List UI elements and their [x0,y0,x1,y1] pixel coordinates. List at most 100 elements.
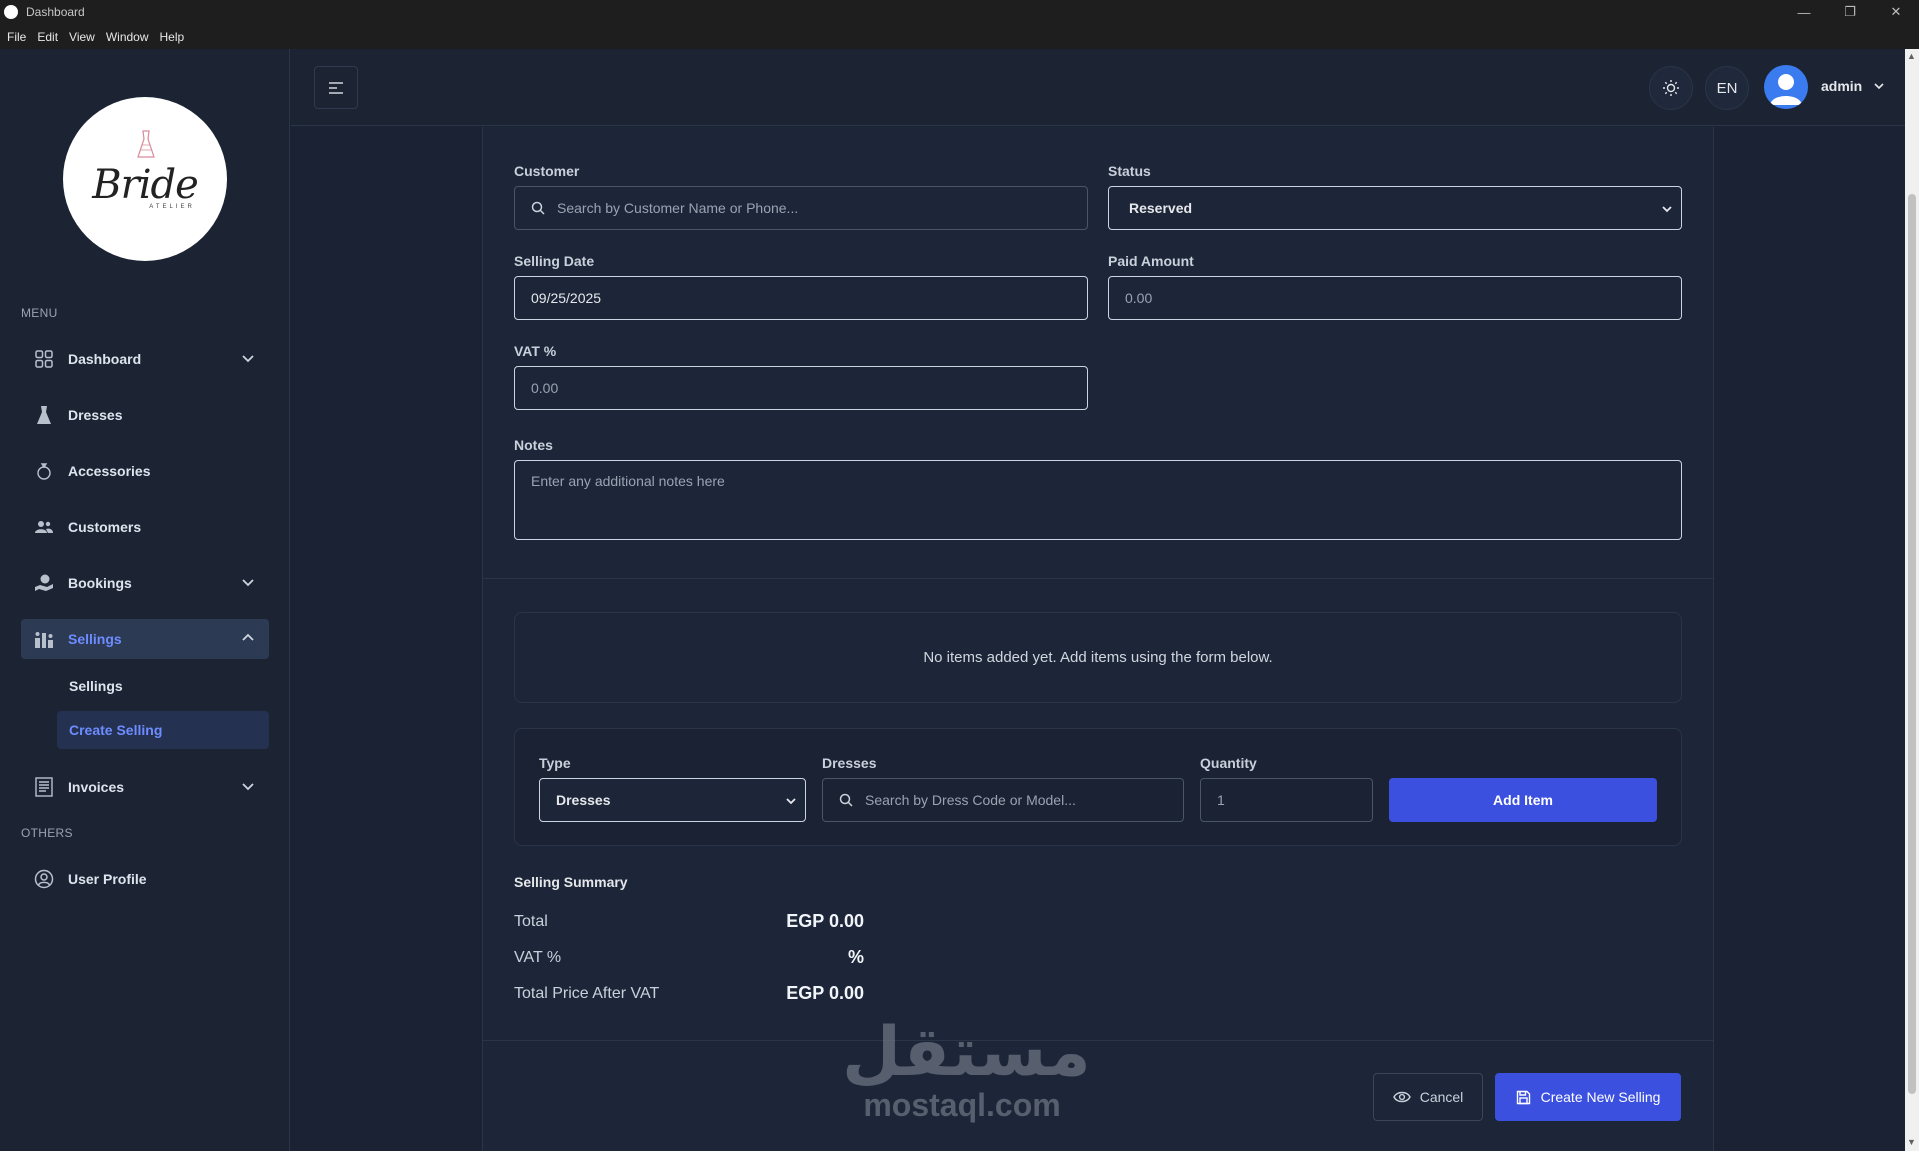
booking-icon [34,573,54,593]
grid-icon [34,349,54,369]
menu-window[interactable]: Window [106,30,149,44]
status-select[interactable]: Reserved [1108,186,1682,230]
chevron-down-icon [242,355,254,363]
sidebar-item-label: Invoices [68,779,125,795]
type-select-value: Dresses [556,792,611,808]
menu-help[interactable]: Help [160,30,185,44]
summary-total-label: Total [514,913,548,930]
scrollbar[interactable]: ▲ ▼ [1905,49,1919,1151]
users-icon [34,517,54,537]
minimize-button[interactable]: — [1781,0,1827,24]
quantity-input[interactable]: 1 [1200,778,1373,822]
ring-icon [34,461,54,481]
invoice-icon [34,777,54,797]
sidebar-subitem-sellings[interactable]: Sellings [57,667,269,705]
user-avatar-icon [1770,74,1802,105]
chevron-down-icon [786,798,796,805]
status-select-value: Reserved [1129,200,1193,216]
create-new-selling-button[interactable]: Create New Selling [1495,1073,1681,1121]
type-select[interactable]: Dresses [539,778,806,822]
menu-view[interactable]: View [69,30,95,44]
sidebar-subitem-create-selling[interactable]: Create Selling [57,711,269,749]
user-name[interactable]: admin [1821,78,1862,94]
avatar[interactable] [1764,65,1808,109]
section-divider [482,578,1714,579]
menubar: File Edit View Window Help [0,24,1919,49]
selling-date-input[interactable]: 09/25/2025 [514,276,1088,320]
logo[interactable]: Bride ATELIER [63,97,227,261]
cancel-button[interactable]: Cancel [1373,1073,1483,1121]
chevron-down-icon[interactable] [1873,80,1885,92]
menu-file[interactable]: File [7,30,26,44]
close-button[interactable]: ✕ [1873,0,1919,24]
chevron-up-icon [242,633,254,641]
sidebar-item-user-profile[interactable]: User Profile [21,859,269,899]
summary-vat-value: % [847,947,864,967]
dress-search-input[interactable]: Search by Dress Code or Model... [822,778,1184,822]
type-label: Type [539,755,571,771]
sidebar-item-label: Bookings [68,575,132,591]
summary-total-value: EGP 0.00 [786,911,864,931]
menu-edit[interactable]: Edit [37,30,58,44]
dresses-label: Dresses [822,755,877,771]
paid-amount-label: Paid Amount [1108,253,1194,269]
vat-label: VAT % [514,343,557,359]
top-header: EN admin [291,49,1905,126]
selling-date-value: 09/25/2025 [531,290,602,306]
paid-amount-input[interactable]: 0.00 [1108,276,1682,320]
theme-toggle-button[interactable] [1649,66,1693,110]
sidebar-item-label: Dresses [68,407,123,423]
sidebar-item-accessories[interactable]: Accessories [21,451,269,491]
sidebar-item-sellings[interactable]: Sellings [21,619,269,659]
notes-textarea[interactable]: Enter any additional notes here [514,460,1682,540]
sidebar-item-dashboard[interactable]: Dashboard [21,339,269,379]
sidebar-toggle-button[interactable] [314,66,358,109]
scroll-up-arrow[interactable]: ▲ [1907,51,1916,61]
summary-total-after-vat-value: EGP 0.00 [786,983,864,1003]
notes-label: Notes [514,437,553,453]
customer-search-input[interactable]: Search by Customer Name or Phone... [514,186,1088,230]
logo-subtext: ATELIER [149,204,195,210]
app-icon [4,5,18,19]
watermark-arabic: مستقل [842,1013,1091,1092]
section-divider [482,1040,1714,1041]
dress-search-placeholder: Search by Dress Code or Model... [865,792,1076,808]
save-icon [1516,1090,1530,1104]
vat-input[interactable]: 0.00 [514,366,1088,410]
cancel-button-label: Cancel [1419,1089,1464,1105]
chevron-down-icon [242,783,254,791]
window-title: Dashboard [26,5,85,19]
selling-summary-title: Selling Summary [514,874,628,890]
scrollbar-thumb[interactable] [1908,194,1916,1094]
restore-button[interactable]: ❐ [1827,0,1873,24]
menu-section-label: MENU [21,306,58,320]
create-new-selling-label: Create New Selling [1540,1089,1661,1105]
sellings-icon [34,629,54,649]
vat-placeholder: 0.00 [531,380,559,396]
watermark: مستقل mostaql.com [842,1013,1091,1123]
sun-icon [1663,80,1679,96]
watermark-latin: mostaql.com [863,1087,1061,1123]
sidebar-item-customers[interactable]: Customers [21,507,269,547]
scroll-down-arrow[interactable]: ▼ [1907,1137,1916,1147]
sidebar-item-dresses[interactable]: Dresses [21,395,269,435]
window-controls: — ❐ ✕ [1781,0,1919,24]
logo-text: Bride [92,162,199,208]
window-titlebar: Dashboard — ❐ ✕ [0,0,1919,24]
paid-amount-placeholder: 0.00 [1125,290,1153,306]
sidebar-item-invoices[interactable]: Invoices [21,767,269,807]
customer-search-placeholder: Search by Customer Name or Phone... [557,200,799,216]
sidebar: Bride ATELIER MENU Dashboard Dresses Acc… [0,49,290,1151]
summary-vat-label: VAT % [514,949,562,966]
user-circle-icon [34,869,54,889]
chevron-down-icon [1662,206,1672,213]
quantity-value: 1 [1217,792,1225,808]
language-button[interactable]: EN [1705,66,1749,110]
sidebar-item-label: Dashboard [68,351,142,367]
customer-label: Customer [514,163,580,179]
quantity-label: Quantity [1200,755,1257,771]
add-item-button[interactable]: Add Item [1389,778,1657,822]
sidebar-item-label: Accessories [68,463,151,479]
sidebar-item-bookings[interactable]: Bookings [21,563,269,603]
sidebar-item-label: User Profile [68,871,147,887]
